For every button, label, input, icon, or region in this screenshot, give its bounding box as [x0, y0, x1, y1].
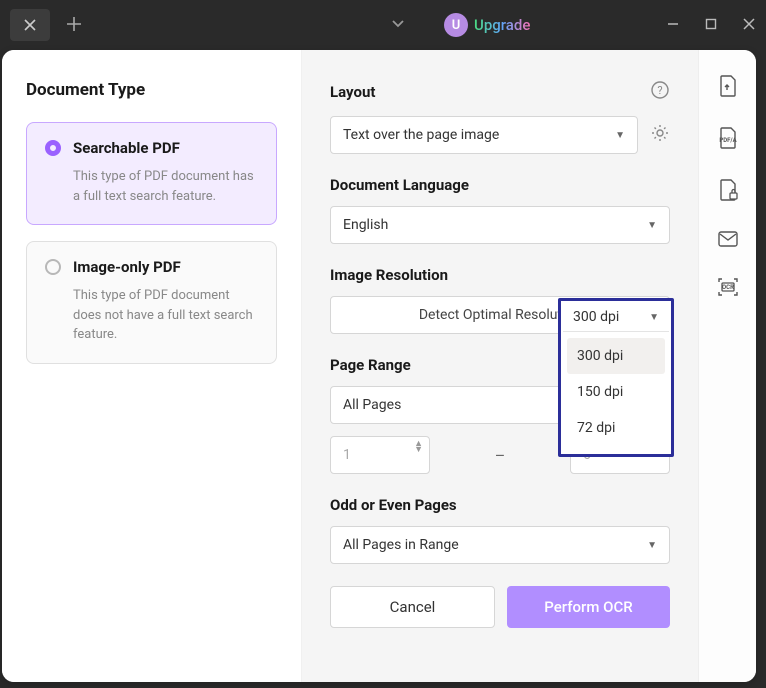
window-titlebar: U Upgrade [0, 0, 766, 50]
history-dropdown[interactable] [390, 15, 406, 35]
resolution-value: 300 dpi [573, 309, 619, 325]
chevron-down-icon: ▼ [649, 312, 659, 323]
radio-searchable[interactable] [45, 140, 61, 156]
page-range-value: All Pages [343, 397, 401, 413]
left-panel: Document Type Searchable PDF This type o… [2, 50, 302, 682]
window-maximize-button[interactable] [704, 16, 718, 35]
document-convert-icon [717, 74, 739, 98]
document-type-heading: Document Type [26, 80, 277, 100]
doc-type-option-searchable[interactable]: Searchable PDF This type of PDF document… [26, 122, 277, 225]
layout-select[interactable]: Text over the page image ▼ [330, 116, 638, 154]
window-minimize-button[interactable] [666, 16, 680, 35]
resolution-label: Image Resolution [330, 266, 448, 284]
doc-type-title: Searchable PDF [73, 139, 180, 157]
perform-ocr-button[interactable]: Perform OCR [507, 586, 670, 628]
stepper-icon[interactable]: ▲▼ [414, 441, 423, 454]
doc-type-option-image-only[interactable]: Image-only PDF This type of PDF document… [26, 241, 277, 364]
rail-mail-button[interactable] [717, 230, 739, 248]
chevron-down-icon: ▼ [647, 540, 657, 551]
chevron-down-icon: ▼ [615, 130, 625, 141]
odd-even-select[interactable]: All Pages in Range ▼ [330, 526, 670, 564]
minimize-icon [666, 17, 680, 31]
layout-value: Text over the page image [343, 127, 499, 143]
rail-lock-button[interactable] [717, 178, 739, 202]
language-value: English [343, 217, 388, 233]
layout-help-button[interactable]: ? [650, 80, 670, 104]
svg-text:PDF/A: PDF/A [719, 137, 737, 144]
right-tool-rail: PDF/A OCR [698, 50, 756, 682]
chevron-down-icon: ▼ [647, 220, 657, 231]
resolution-dropdown-open: 300 dpi ▼ 300 dpi 150 dpi 72 dpi [558, 298, 674, 457]
rail-pdfa-button[interactable]: PDF/A [717, 126, 739, 150]
resolution-option[interactable]: 72 dpi [567, 410, 665, 446]
window-close-button[interactable] [742, 16, 756, 35]
cancel-button[interactable]: Cancel [330, 586, 495, 628]
page-range-label: Page Range [330, 356, 411, 374]
layout-settings-button[interactable] [650, 123, 670, 147]
close-icon [24, 19, 36, 31]
layout-label: Layout [330, 83, 375, 101]
svg-text:OCR: OCR [722, 284, 734, 291]
plus-icon [66, 16, 82, 32]
resolution-select[interactable]: 300 dpi ▼ [563, 303, 669, 332]
envelope-icon [717, 230, 739, 248]
rail-convert-button[interactable] [717, 74, 739, 98]
doc-type-desc: This type of PDF document has a full tex… [45, 167, 258, 206]
resolution-option[interactable]: 150 dpi [567, 374, 665, 410]
odd-even-label: Odd or Even Pages [330, 496, 457, 514]
close-icon [742, 17, 756, 31]
svg-text:?: ? [657, 84, 662, 97]
tab-close-button[interactable] [10, 9, 50, 41]
page-from-input[interactable]: 1 ▲▼ [330, 436, 430, 474]
language-label: Document Language [330, 176, 469, 194]
maximize-icon [704, 17, 718, 31]
page-from-value: 1 [343, 447, 351, 463]
upgrade-link[interactable]: Upgrade [474, 16, 530, 34]
document-lock-icon [717, 178, 739, 202]
language-select[interactable]: English ▼ [330, 206, 670, 244]
resolution-option[interactable]: 300 dpi [567, 338, 665, 374]
ocr-icon: OCR [716, 276, 740, 298]
user-avatar[interactable]: U [444, 13, 468, 37]
rail-ocr-button[interactable]: OCR [716, 276, 740, 298]
doc-type-title: Image-only PDF [73, 258, 181, 276]
pdfa-icon: PDF/A [717, 126, 739, 150]
odd-even-value: All Pages in Range [343, 537, 459, 553]
radio-image-only[interactable] [45, 259, 61, 275]
chevron-down-icon [390, 15, 406, 31]
new-tab-button[interactable] [66, 13, 82, 37]
doc-type-desc: This type of PDF document does not have … [45, 286, 258, 345]
range-separator: – [442, 446, 558, 465]
settings-panel: Layout ? Text over the page image ▼ Docu… [302, 50, 698, 682]
gear-icon [650, 123, 670, 143]
help-icon: ? [650, 80, 670, 100]
